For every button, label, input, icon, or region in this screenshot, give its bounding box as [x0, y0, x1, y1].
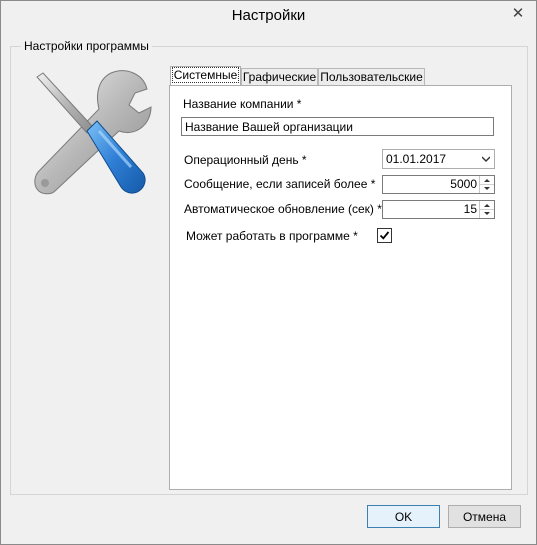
close-icon[interactable]: ✕ — [510, 6, 526, 22]
title-bar[interactable]: Настройки ✕ — [1, 1, 536, 31]
ok-button[interactable]: OK — [367, 505, 440, 528]
tab-user[interactable]: Пользовательские — [318, 68, 425, 86]
group-title: Настройки программы — [21, 39, 152, 53]
spin-up-icon[interactable] — [480, 176, 494, 185]
spin-up-icon[interactable] — [480, 201, 494, 210]
cancel-button[interactable]: Отмена — [448, 505, 521, 528]
spin-down-icon[interactable] — [480, 210, 494, 218]
spin-buttons — [479, 176, 494, 193]
message-threshold-value: 5000 — [450, 177, 477, 191]
tab-graphics[interactable]: Графические — [241, 68, 318, 86]
window-title: Настройки — [231, 7, 306, 24]
settings-dialog: Настройки ✕ Настройки программы Системны — [0, 0, 537, 545]
spin-buttons — [479, 201, 494, 218]
chevron-down-icon[interactable] — [482, 155, 490, 163]
check-icon — [379, 231, 390, 240]
auto-refresh-spinner[interactable]: 15 — [382, 200, 495, 219]
company-name-input[interactable]: Название Вашей организации — [181, 117, 494, 136]
operational-day-value: 01.01.2017 — [386, 152, 447, 166]
message-threshold-spinner[interactable]: 5000 — [382, 175, 495, 194]
spin-down-icon[interactable] — [480, 185, 494, 193]
tab-system[interactable]: Системные — [170, 66, 241, 87]
operational-day-label: Операционный день * — [184, 153, 307, 167]
can-work-label: Может работать в программе * — [186, 229, 358, 243]
tab-system-label: Системные — [171, 67, 240, 83]
company-name-label: Название компании * — [183, 97, 302, 111]
can-work-checkbox[interactable] — [377, 228, 392, 243]
auto-refresh-label: Автоматическое обновление (сек) * — [184, 202, 382, 216]
tab-panel-system — [169, 85, 512, 490]
auto-refresh-value: 15 — [463, 202, 477, 216]
operational-day-select[interactable]: 01.01.2017 — [382, 149, 495, 169]
message-threshold-label: Сообщение, если записей более * — [184, 177, 376, 191]
tools-icon — [34, 70, 152, 195]
